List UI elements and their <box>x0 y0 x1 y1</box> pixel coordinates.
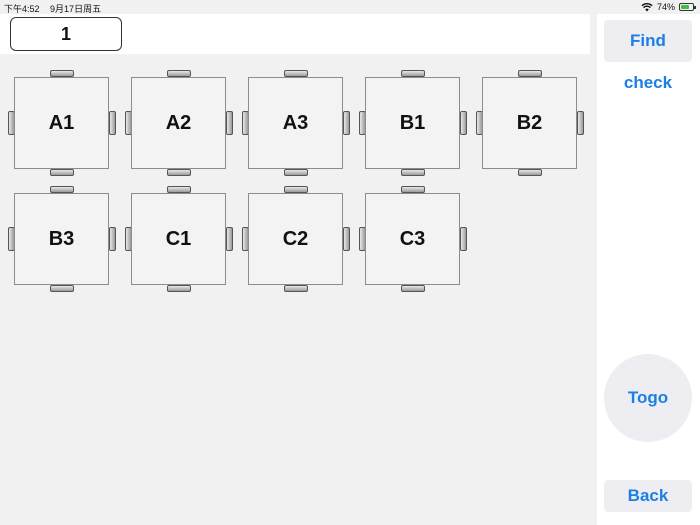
battery-fill <box>681 5 690 9</box>
wifi-icon <box>641 2 653 11</box>
chair-icon <box>401 186 425 193</box>
table-label: C2 <box>282 228 309 250</box>
table-label: C3 <box>399 228 426 250</box>
table-label: A2 <box>165 112 192 134</box>
chair-icon <box>401 169 425 176</box>
chair-icon <box>401 285 425 292</box>
status-time: 下午4:52 <box>4 4 40 14</box>
chair-icon <box>50 70 74 77</box>
sidebar: Find check Togo Back <box>597 14 700 525</box>
dining-table[interactable]: A3 <box>234 61 350 176</box>
chair-icon <box>460 111 467 135</box>
chair-icon <box>50 186 74 193</box>
dining-table[interactable]: B2 <box>468 61 584 176</box>
status-date: 9月17日周五 <box>50 4 102 14</box>
chair-icon <box>284 186 308 193</box>
status-bar: 下午4:52 9月17日周五 74% <box>0 0 700 14</box>
chair-icon <box>50 285 74 292</box>
chair-icon <box>343 227 350 251</box>
chair-icon <box>460 227 467 251</box>
chair-icon <box>226 111 233 135</box>
chair-icon <box>284 169 308 176</box>
chair-icon <box>109 111 116 135</box>
chair-icon <box>167 70 191 77</box>
table-label: B2 <box>516 112 543 134</box>
table-label: B1 <box>399 112 426 134</box>
chair-icon <box>226 227 233 251</box>
table-label: A3 <box>282 112 309 134</box>
back-button[interactable]: Back <box>604 480 692 512</box>
chair-icon <box>401 70 425 77</box>
chair-icon <box>167 285 191 292</box>
chair-icon <box>167 169 191 176</box>
chair-icon <box>50 169 74 176</box>
find-check-button[interactable]: Find check <box>604 20 692 92</box>
chair-icon <box>109 227 116 251</box>
dining-table[interactable]: B1 <box>351 61 467 176</box>
chair-icon <box>577 111 584 135</box>
dining-table[interactable]: A2 <box>117 61 233 176</box>
dining-table[interactable]: C1 <box>117 177 233 292</box>
togo-button[interactable]: Togo <box>604 354 692 442</box>
chair-icon <box>343 111 350 135</box>
battery-percent: 74% <box>656 2 675 12</box>
table-number-field[interactable]: 1 <box>10 17 122 51</box>
dining-table[interactable]: C3 <box>351 177 467 292</box>
app-root: 下午4:52 9月17日周五 74% 1 A1 A2 A3 B1 B2 B3 C1 C2 C3 … <box>0 0 700 525</box>
dining-table[interactable]: C2 <box>234 177 350 292</box>
status-right: 74% <box>641 2 696 12</box>
dining-table[interactable]: A1 <box>0 61 116 176</box>
table-number-bar: 1 <box>0 14 590 54</box>
battery-icon <box>679 3 696 11</box>
chair-icon <box>518 169 542 176</box>
chair-icon <box>284 70 308 77</box>
table-label: A1 <box>48 112 75 134</box>
chair-icon <box>284 285 308 292</box>
table-label: C1 <box>165 228 192 250</box>
table-grid: A1 A2 A3 B1 B2 B3 C1 C2 C3 <box>0 54 590 525</box>
table-label: B3 <box>48 228 75 250</box>
chair-icon <box>167 186 191 193</box>
chair-icon <box>518 70 542 77</box>
dining-table[interactable]: B3 <box>0 177 116 292</box>
